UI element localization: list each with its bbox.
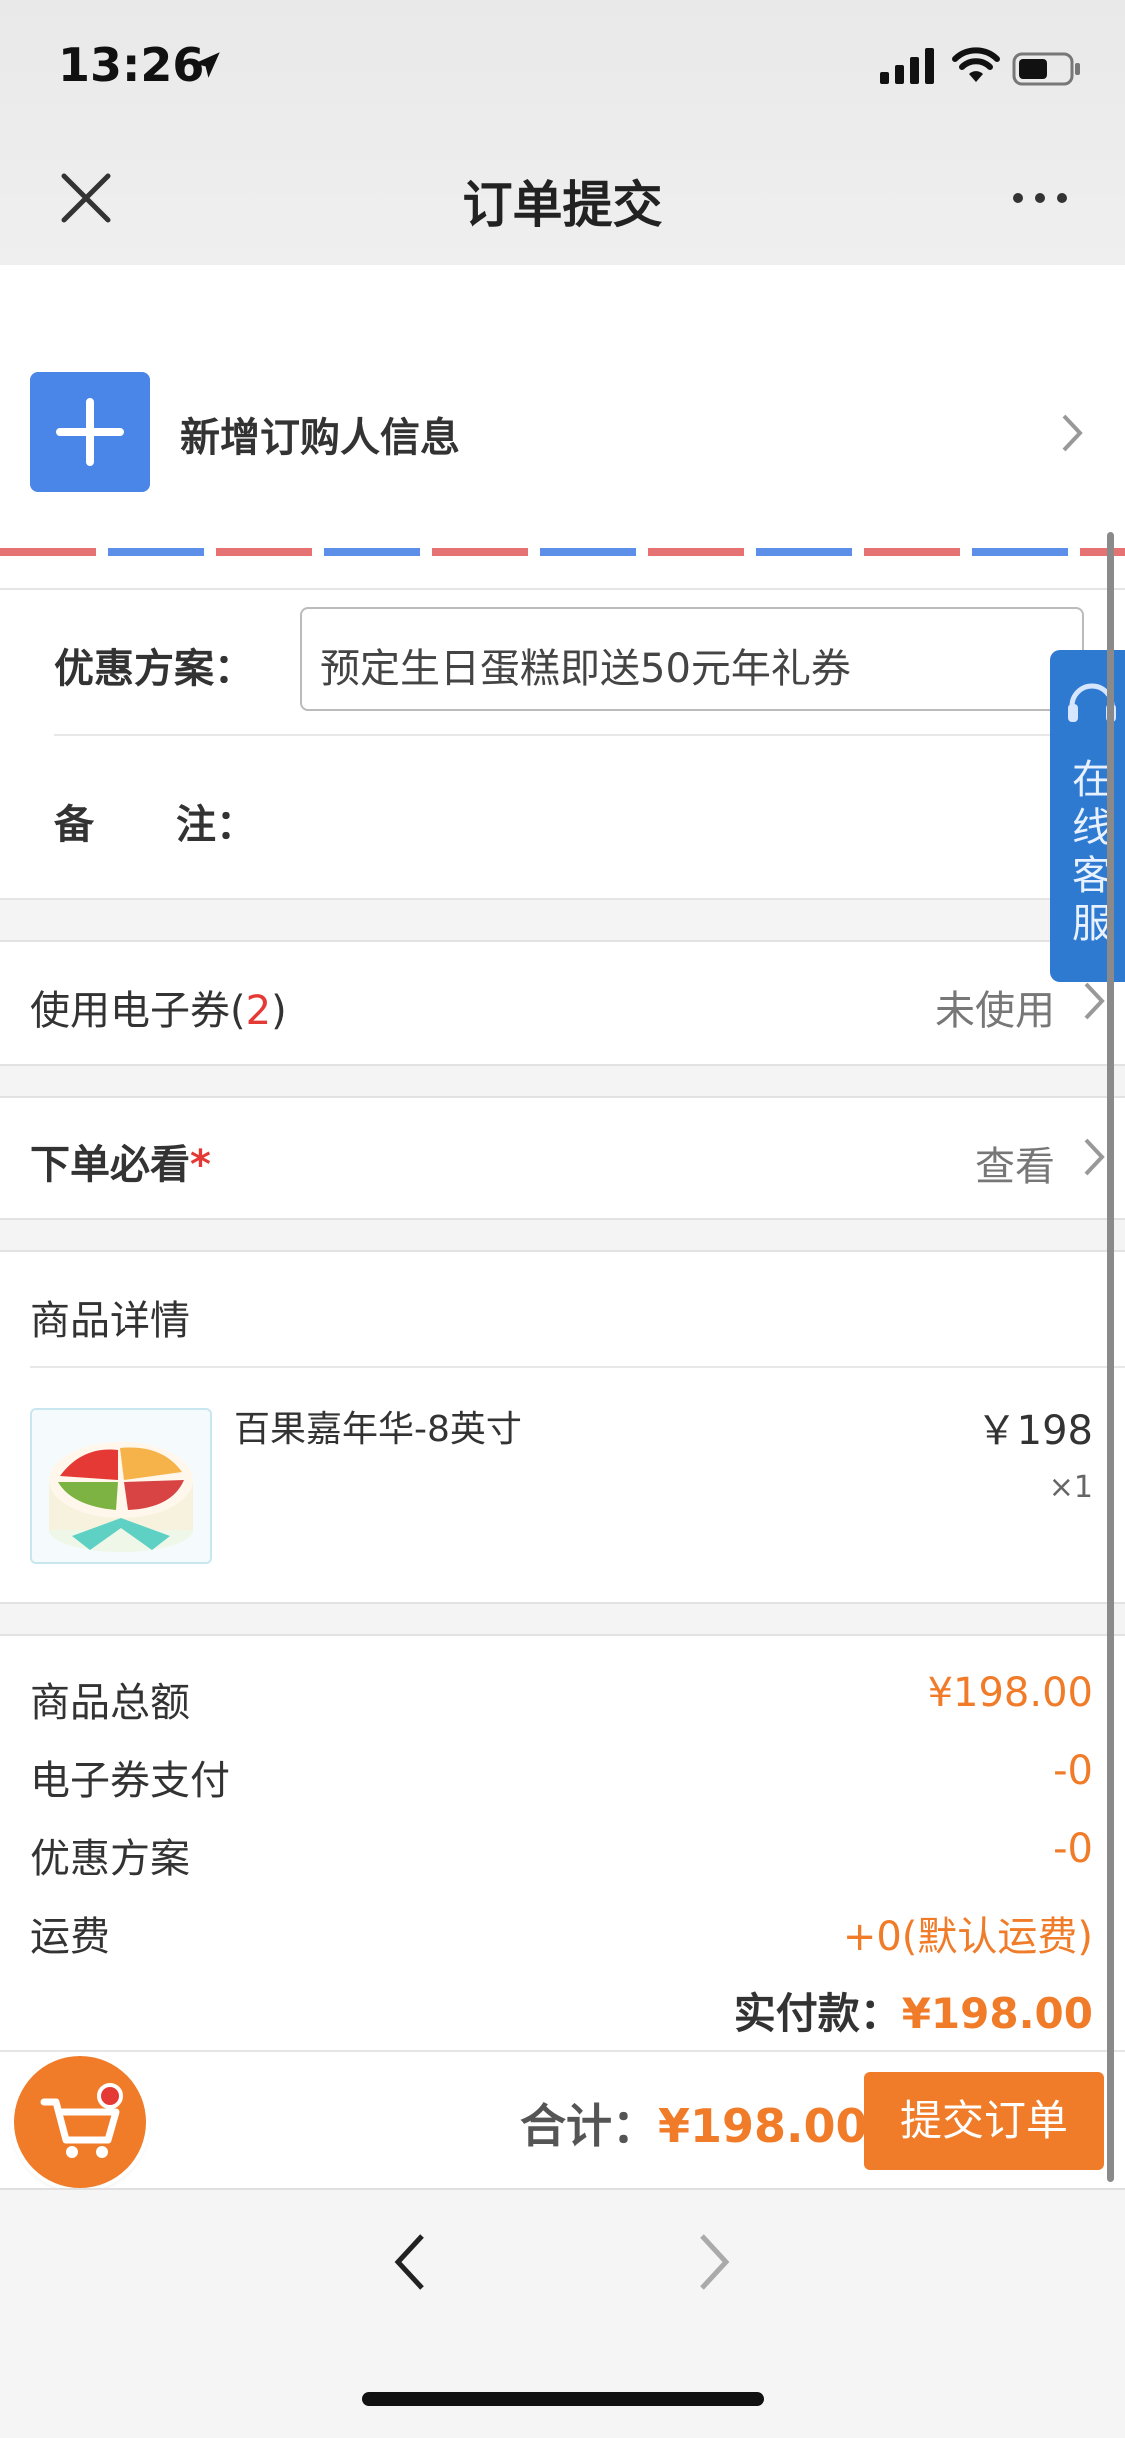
remark-input[interactable] [300, 760, 1040, 870]
coupon-count: 2 [245, 988, 272, 1034]
back-arrow-icon[interactable] [392, 2232, 428, 2292]
product-image[interactable] [30, 1408, 212, 1564]
summary-value: ¥198.00 [927, 1670, 1093, 1716]
add-buyer-label[interactable]: 新增订购人信息 [180, 405, 460, 463]
product-price: ￥198 [976, 1408, 1093, 1454]
summary-label: 优惠方案 [30, 1836, 190, 1882]
cart-icon [40, 2083, 123, 2158]
divider [54, 734, 1125, 736]
cake-icon [49, 1442, 193, 1552]
summary-label: 商品总额 [30, 1680, 190, 1726]
status-time: 13:26 [58, 38, 205, 92]
buyer-section [0, 265, 1125, 595]
remark-label-part1: 备 [54, 802, 94, 848]
submit-order-button[interactable]: 提交订单 [864, 2072, 1104, 2170]
remark-label-part2: 注： [176, 802, 256, 848]
summary-label: 电子券支付 [30, 1758, 230, 1804]
summary-value: -0 [1053, 1748, 1093, 1794]
order-total: 合计：¥198.00 [520, 2090, 868, 2156]
chevron-right-icon[interactable] [1082, 1136, 1106, 1178]
view-notice-link[interactable]: 查看 [975, 1134, 1055, 1192]
coupon-label-text: 使用电子券( [30, 988, 246, 1034]
required-mark: * [190, 1142, 211, 1188]
home-indicator[interactable] [362, 2392, 764, 2406]
order-notice-label[interactable]: 下单必看* [30, 1132, 211, 1190]
forward-arrow-icon[interactable] [696, 2232, 732, 2292]
more-icon[interactable] [1010, 188, 1070, 208]
divider [30, 1366, 1125, 1368]
coupon-label[interactable]: 使用电子券(2) [30, 978, 287, 1036]
plus-icon [56, 398, 124, 466]
wifi-icon [952, 47, 1000, 82]
coupon-label-end: ) [271, 988, 287, 1034]
paid-label: 实付款： [733, 1989, 902, 2038]
scrollbar[interactable] [1107, 532, 1114, 2182]
summary-label: 运费 [30, 1914, 110, 1960]
coupon-status[interactable]: 未使用 [935, 978, 1055, 1036]
battery-icon [1012, 52, 1080, 86]
order-notice-text: 下单必看 [30, 1142, 190, 1188]
chevron-right-icon[interactable] [1082, 980, 1106, 1022]
product-quantity: ×1 [1048, 1470, 1093, 1505]
product-name[interactable]: 百果嘉年华-8英寸 [234, 1400, 522, 1452]
cellular-signal-icon [880, 48, 934, 84]
location-arrow-icon [194, 52, 220, 78]
envelope-stripe-divider [0, 548, 1125, 556]
chevron-right-icon[interactable] [1060, 412, 1084, 454]
summary-value: -0 [1053, 1826, 1093, 1872]
add-buyer-button[interactable] [30, 372, 150, 492]
promo-select-value[interactable]: 预定生日蛋糕即送50元年礼券 [320, 636, 851, 694]
product-section-title: 商品详情 [30, 1298, 190, 1344]
cart-button[interactable] [14, 2056, 146, 2188]
order-total-label: 合计： [520, 2099, 658, 2153]
paid-amount-line: 实付款：¥198.00 [734, 1980, 1093, 2041]
page-title: 订单提交 [462, 176, 663, 234]
promo-label: 优惠方案： [54, 646, 254, 692]
order-total-value: ¥198.00 [658, 2099, 868, 2153]
paid-value: ¥198.00 [901, 1989, 1093, 2038]
summary-value: +0(默认运费) [842, 1914, 1093, 1960]
